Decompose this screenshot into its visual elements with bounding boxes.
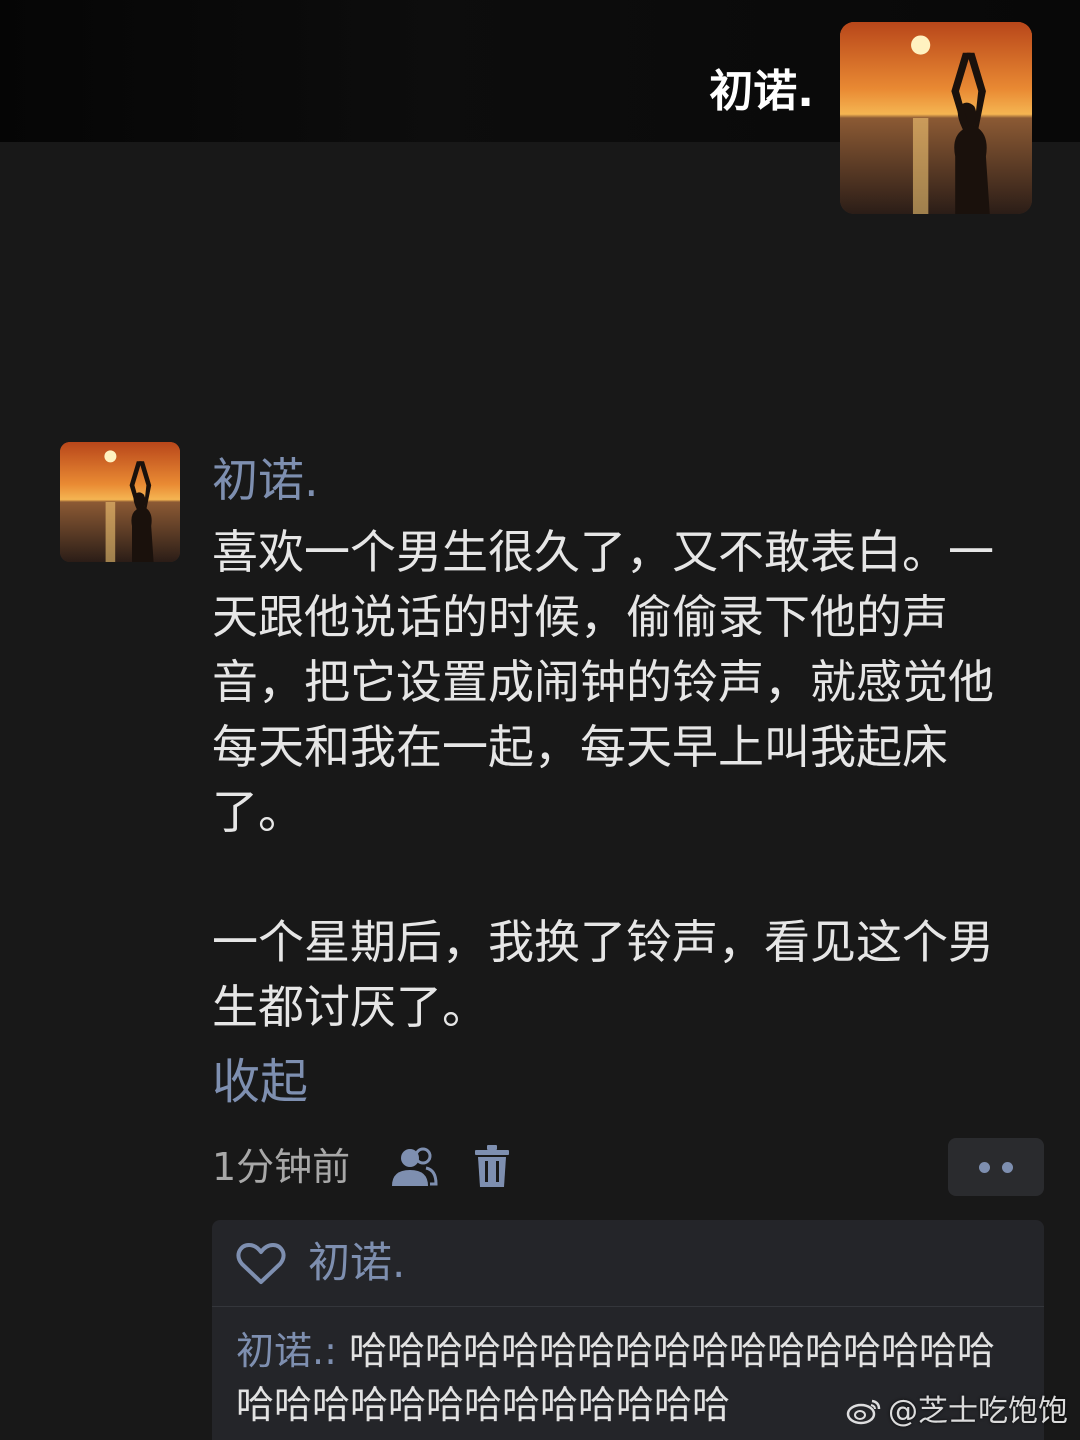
comment-body: 喜欢一个男生很久了，又不敢表白。一天跟他说话的时候，偷偷录下他的声音，把它设置成… (212, 520, 1032, 1040)
comment-author-name[interactable]: 初诺. (212, 450, 319, 510)
trash-icon[interactable] (474, 1144, 510, 1188)
comment-timestamp: 1分钟前 (212, 1145, 351, 1189)
liked-by-name[interactable]: 初诺. (308, 1234, 405, 1292)
heart-icon[interactable] (236, 1242, 286, 1286)
comment-page: 初诺. 初诺. 喜欢一个男生很久了，又不敢表白。一天跟他说话的时候，偷偷录下他的… (0, 0, 1080, 1440)
comment-paragraph: 一个星期后，我换了铃声，看见这个男生都讨厌了。 (212, 915, 994, 1034)
comment-meta-row: 1分钟前 (212, 1138, 1044, 1196)
sunset-avatar-image (60, 442, 180, 562)
more-icon (1002, 1162, 1013, 1173)
more-options-button[interactable] (948, 1138, 1044, 1196)
header-avatar[interactable] (840, 22, 1032, 214)
friends-icon[interactable] (390, 1146, 438, 1188)
more-icon (979, 1162, 990, 1173)
weibo-logo (846, 1399, 881, 1425)
profile-header: 初诺. (0, 0, 1080, 214)
collapse-link[interactable]: 收起 (212, 1050, 308, 1114)
watermark: @芝士吃饱饱 (846, 1392, 1068, 1432)
comment-paragraph: 喜欢一个男生很久了，又不敢表白。一天跟他说话的时候，偷偷录下他的声音，把它设置成… (212, 525, 994, 839)
comment-avatar[interactable] (60, 442, 180, 562)
watermark-text: @芝士吃饱饱 (888, 1394, 1068, 1429)
reply-author-name[interactable]: 初诺.: (236, 1329, 337, 1373)
header-user-name[interactable]: 初诺. (709, 62, 814, 122)
sunset-avatar-image (840, 22, 1032, 214)
likes-row: 初诺. (212, 1220, 1044, 1307)
